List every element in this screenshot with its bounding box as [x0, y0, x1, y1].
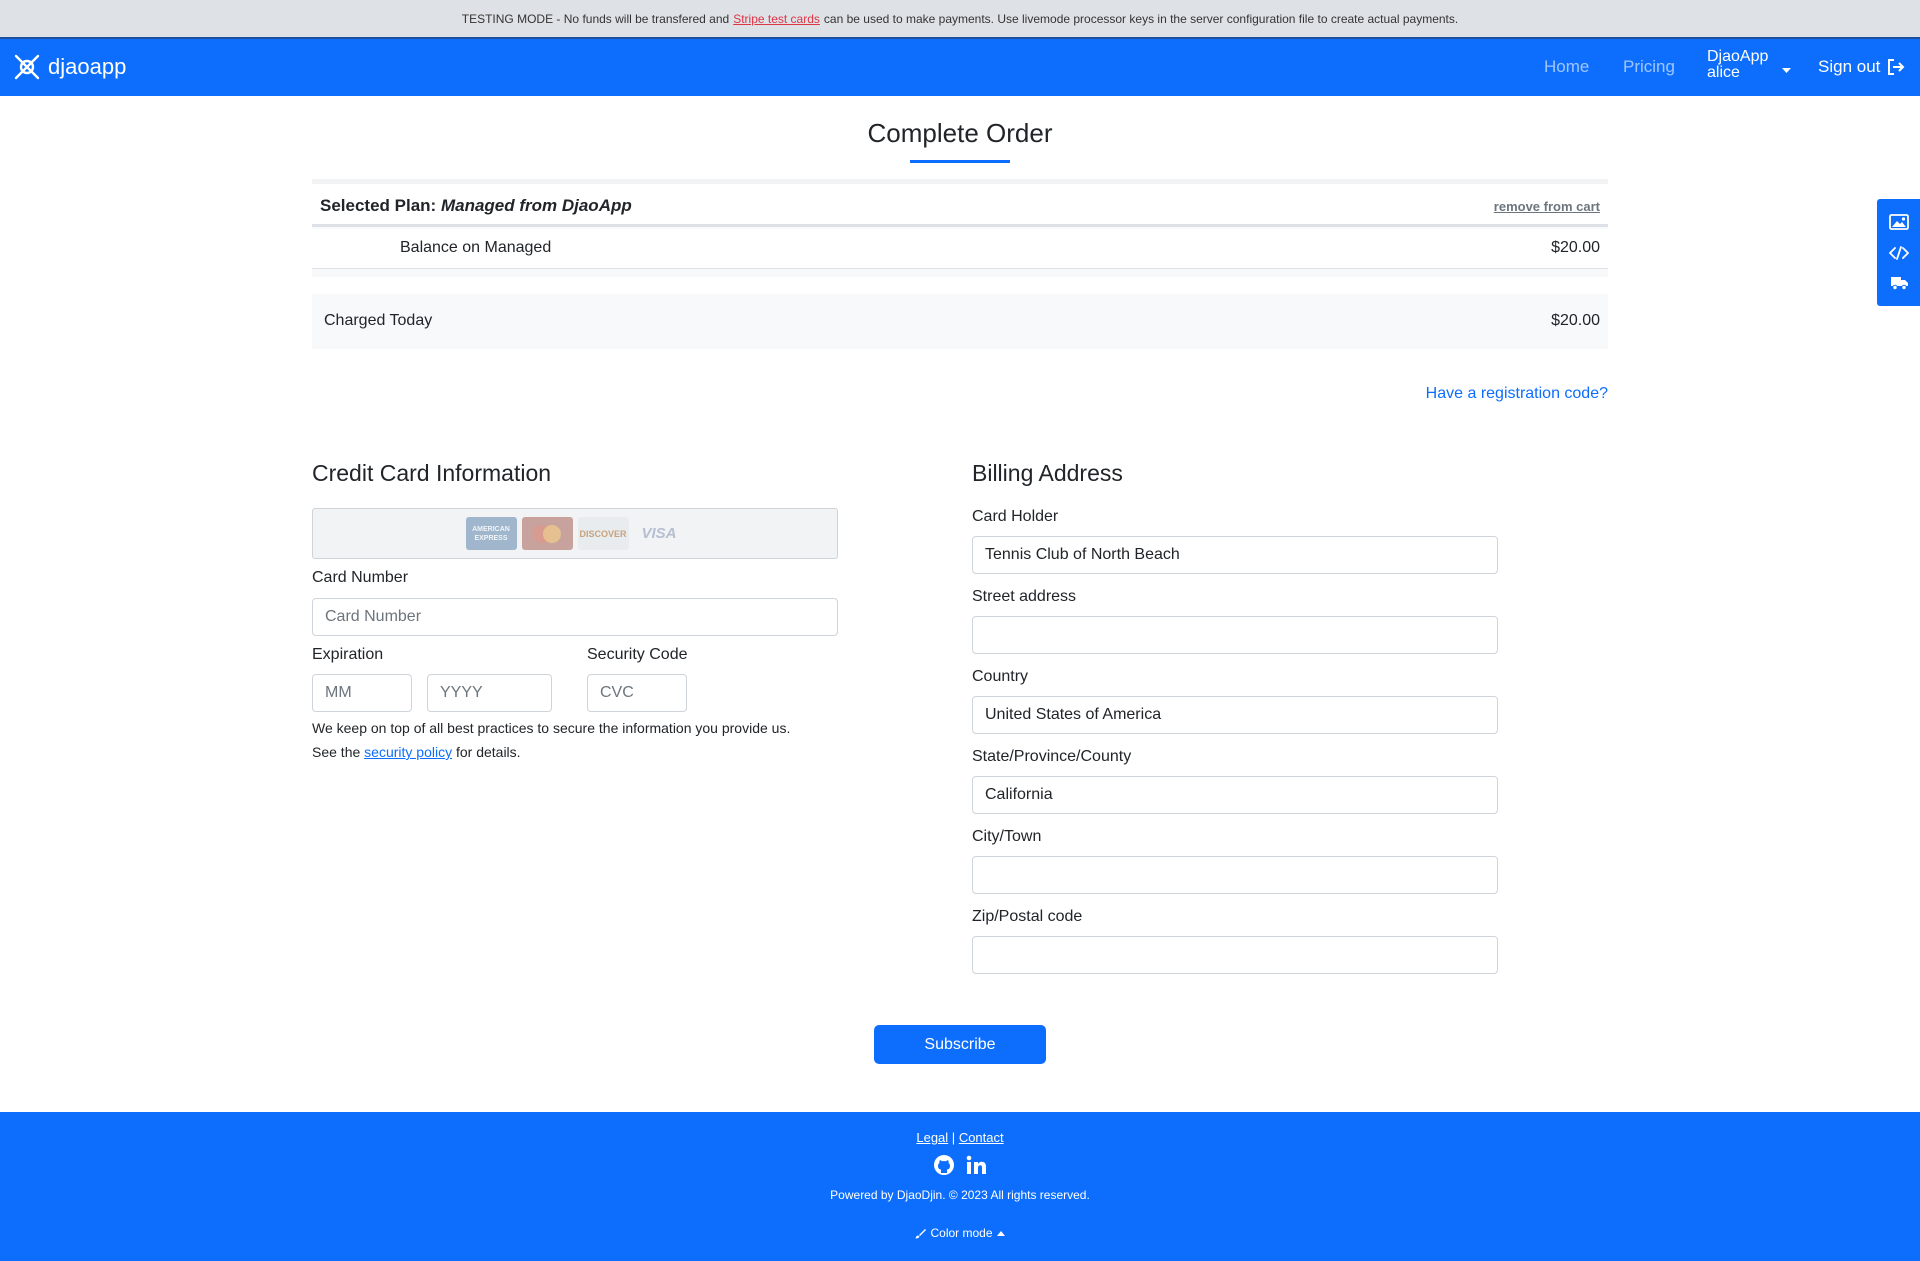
security-note-line1: We keep on top of all best practices to …	[312, 720, 791, 736]
caret-up-icon	[996, 1230, 1005, 1236]
security-code-input[interactable]	[587, 674, 687, 712]
security-policy-link[interactable]: security policy	[364, 744, 452, 760]
remove-from-cart-link[interactable]: remove from cart	[1494, 199, 1600, 214]
country-input[interactable]	[972, 696, 1498, 734]
line-item-label: Balance on Managed	[400, 239, 552, 256]
testing-mode-banner: TESTING MODE - No funds will be transfer…	[0, 0, 1920, 39]
code-icon[interactable]	[1888, 245, 1909, 260]
social-links	[0, 1154, 1920, 1176]
color-mode-toggle[interactable]: Color mode	[0, 1226, 1920, 1240]
subscribe-button[interactable]: Subscribe	[874, 1025, 1046, 1064]
security-note-end: for details.	[455, 744, 521, 760]
caret-down-icon	[1782, 68, 1792, 73]
security-code-label: Security Code	[587, 646, 688, 663]
charged-today-label: Charged Today	[324, 312, 433, 329]
nav-home-link[interactable]: Home	[1544, 57, 1589, 77]
card-holder-label: Card Holder	[972, 508, 1059, 525]
state-input[interactable]	[972, 776, 1498, 814]
footer-separator: |	[951, 1130, 956, 1145]
brand-name: djaoapp	[48, 54, 127, 79]
street-address-input[interactable]	[972, 616, 1498, 654]
zip-label: Zip/Postal code	[972, 908, 1083, 925]
expiration-month-input[interactable]	[312, 674, 412, 712]
expiration-label: Expiration	[312, 646, 384, 663]
footer-links: Legal | Contact	[0, 1130, 1920, 1145]
title-underline	[910, 160, 1010, 163]
color-mode-label: Color mode	[930, 1226, 993, 1240]
sign-out-button[interactable]: Sign out	[1818, 57, 1905, 77]
mastercard-logo-icon	[521, 517, 573, 550]
registration-code-link[interactable]: Have a registration code?	[1426, 385, 1608, 403]
brush-icon	[915, 1228, 927, 1238]
amex-logo-icon: AMERICAN EXPRESS	[465, 517, 517, 550]
account-org: DjaoApp	[1707, 48, 1769, 65]
contact-link[interactable]: Contact	[959, 1130, 1004, 1145]
legal-link[interactable]: Legal	[916, 1130, 948, 1145]
security-note: We keep on top of all best practices to …	[312, 716, 872, 764]
cart-header: Selected Plan: Managed from DjaoApp remo…	[312, 184, 1608, 227]
credit-card-title: Credit Card Information	[312, 460, 552, 486]
sign-out-label: Sign out	[1818, 57, 1881, 76]
card-number-label: Card Number	[312, 569, 409, 586]
card-number-input[interactable]	[312, 598, 838, 636]
mastercard-circles-icon	[533, 524, 561, 543]
page-title: Complete Order	[867, 118, 1053, 148]
expiration-year-input[interactable]	[427, 674, 552, 712]
country-label: Country	[972, 668, 1029, 685]
cart-line-item: Balance on Managed $20.00	[312, 229, 1608, 269]
account-user: alice	[1707, 64, 1740, 81]
city-input[interactable]	[972, 856, 1498, 894]
selected-plan: Selected Plan: Managed from DjaoApp	[320, 196, 632, 216]
account-menu[interactable]: DjaoApp alice	[1707, 48, 1792, 81]
stripe-test-cards-link[interactable]: Stripe test cards	[733, 12, 820, 26]
line-item-amount: $20.00	[1551, 239, 1600, 256]
street-address-label: Street address	[972, 588, 1077, 605]
accepted-cards: AMERICAN EXPRESS DISCOVER VISA	[312, 508, 838, 559]
footer: Legal | Contact Powered by DjaoDjin. © 2…	[0, 1112, 1920, 1261]
billing-address-title: Billing Address	[972, 460, 1123, 486]
card-holder-input[interactable]	[972, 536, 1498, 574]
discover-logo-icon: DISCOVER	[577, 517, 629, 550]
side-toolbar	[1877, 199, 1920, 306]
nav-pricing-link[interactable]: Pricing	[1623, 57, 1675, 77]
cart-summary: Selected Plan: Managed from DjaoApp remo…	[312, 179, 1608, 277]
state-label: State/Province/County	[972, 748, 1132, 765]
image-icon[interactable]	[1888, 214, 1909, 231]
github-icon[interactable]	[933, 1154, 955, 1176]
banner-text-before: TESTING MODE - No funds will be transfer…	[461, 11, 730, 26]
sign-out-icon	[1888, 59, 1905, 75]
powered-by: Powered by DjaoDjin. © 2023 All rights r…	[830, 1188, 1090, 1202]
plan-prefix: Selected Plan:	[320, 196, 437, 215]
djaoapp-logo-icon	[14, 54, 40, 80]
charged-today-amount: $20.00	[1551, 312, 1600, 329]
security-note-see: See the	[312, 744, 361, 760]
city-label: City/Town	[972, 828, 1042, 845]
banner-text-after: can be used to make payments. Use livemo…	[823, 11, 1459, 26]
charged-today-row: Charged Today $20.00	[312, 294, 1608, 349]
truck-icon[interactable]	[1889, 275, 1909, 291]
visa-logo-icon: VISA	[641, 525, 677, 542]
zip-input[interactable]	[972, 936, 1498, 974]
linkedin-icon[interactable]	[965, 1154, 987, 1176]
plan-name: Managed from DjaoApp	[440, 196, 632, 215]
brand-logo[interactable]: djaoapp	[12, 52, 126, 82]
navbar: djaoapp Home Pricing DjaoApp alice Sign …	[0, 39, 1920, 96]
